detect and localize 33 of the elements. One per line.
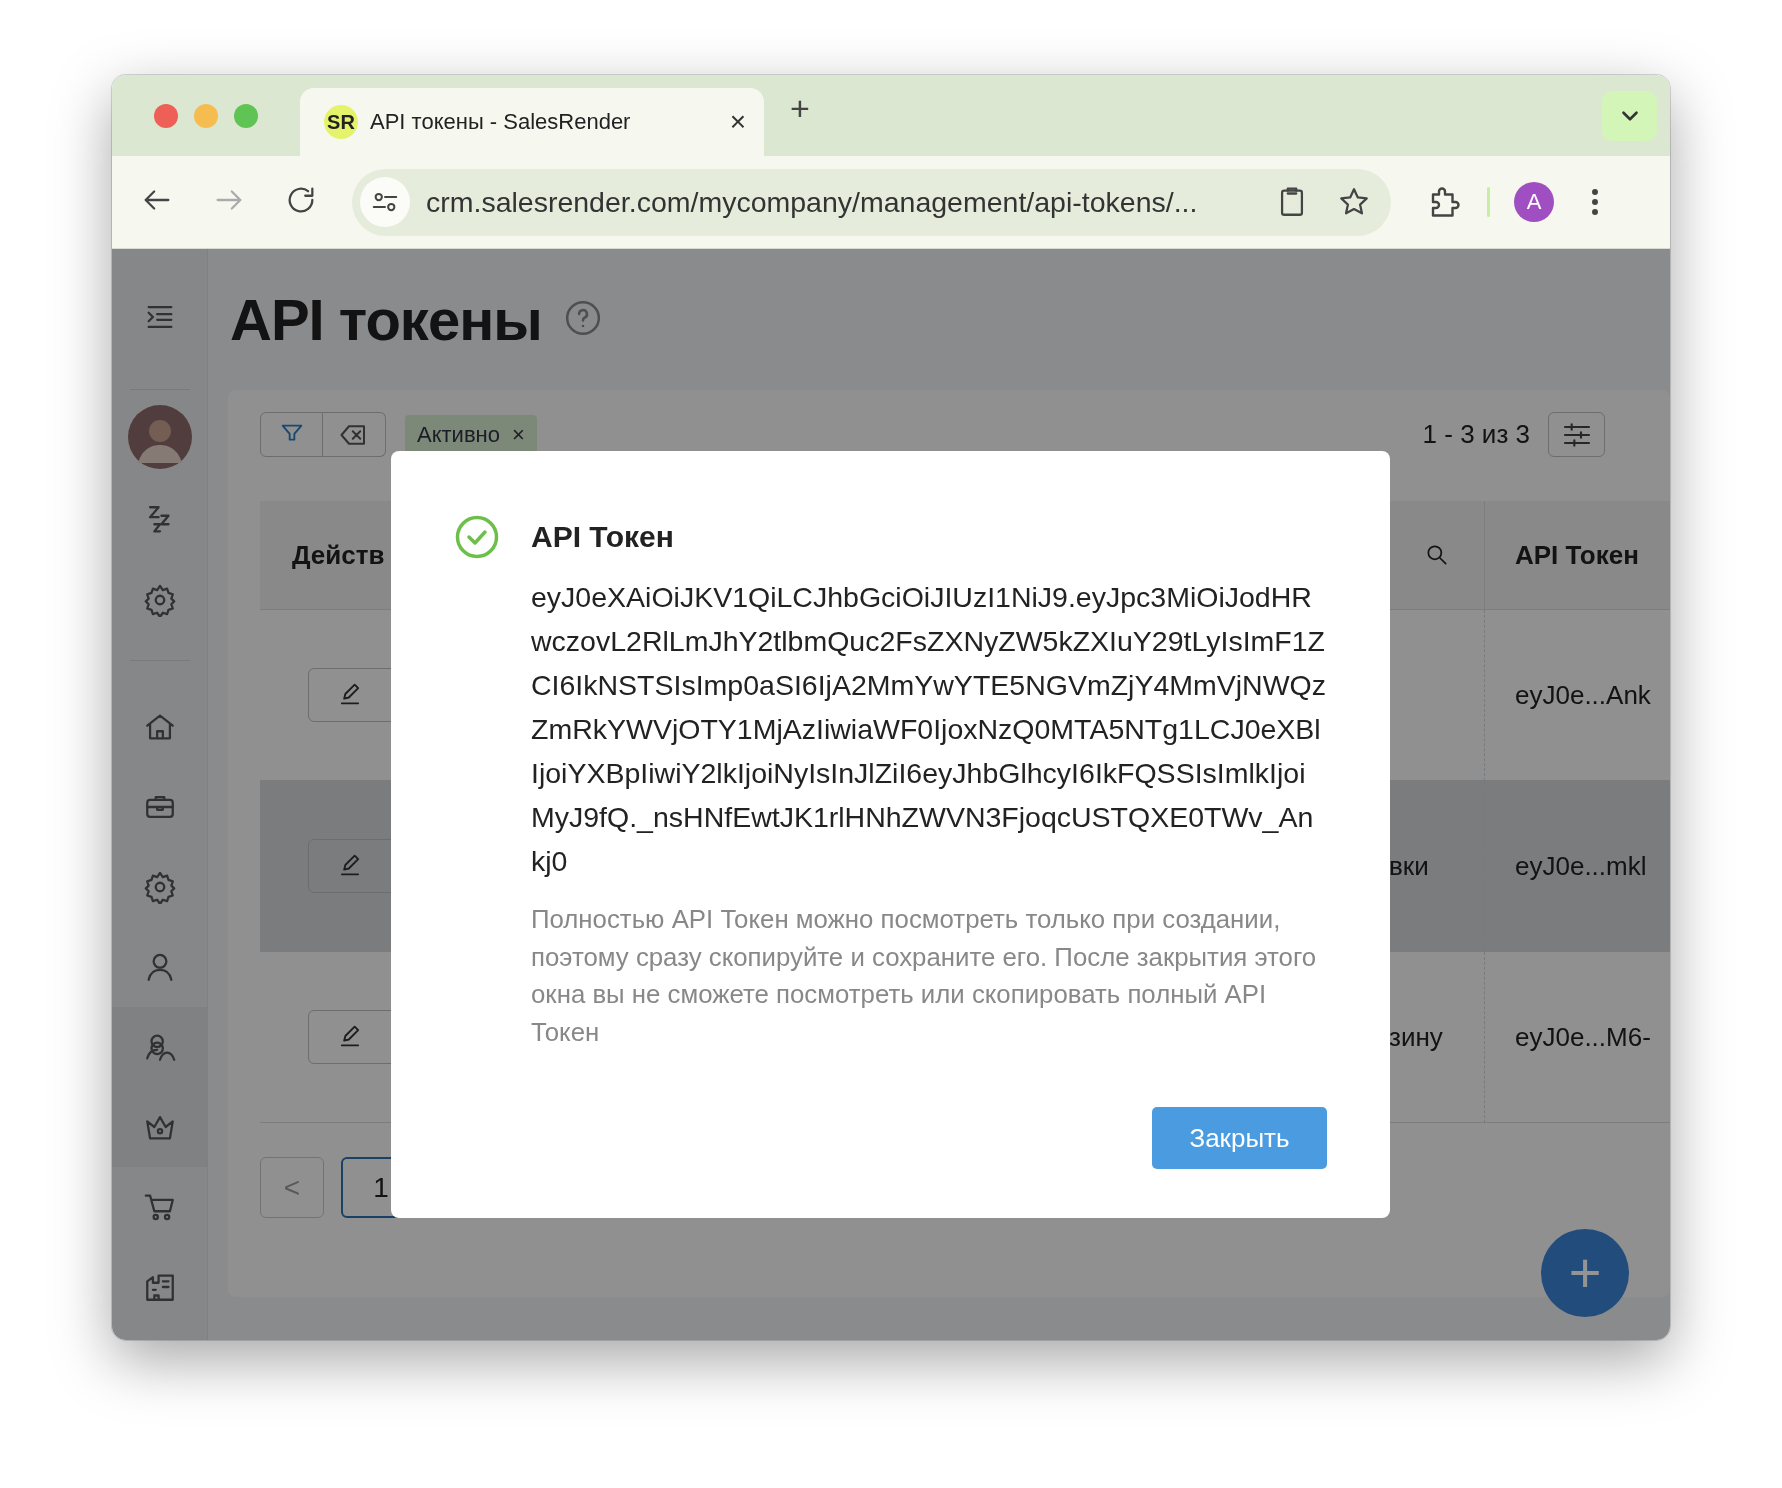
token-text: eyJ0eXAiOiJKV1QiLCJhbGciOiJIUzI1NiJ9.eyJpc3MiOiJodHRwczovL2RlLmJhY2tlbmQuc2FsZXNyZW5kZXIuY29tLyIsImF1ZCI6IkNSTSIsImp0aSI6IjA2MmYwYTE5NGVmZjY4MmVjNWQzZmRkYWVjOTY1MjAzIiwiaWF0IjoxNzQ0MTA5NTg1LCJ0eXBlIjoiYXBpIiwiY2lkIjoiNyIsInJlZiI6eyJhbGlhcyI6IkFQSSIsImlkIjoiMyJ9fQ._nsHNfEwtJK1rlHNhZWVN3FjoqcUSTQXE0TWv_Ankj0 (531, 580, 1327, 879)
chip-label: Активно (417, 421, 500, 448)
profile-avatar[interactable]: A (1514, 182, 1554, 222)
clear-filter-button[interactable] (323, 412, 386, 457)
token-cell: eyJ0e...Ank (1515, 679, 1651, 711)
gear-icon[interactable] (142, 583, 177, 617)
address-bar[interactable]: crm.salesrender.com/mycompany/management/api-tokens/... (352, 168, 1391, 236)
table-cell: зину (1389, 1021, 1443, 1053)
help-icon[interactable] (563, 298, 602, 337)
tab-search-button[interactable] (1602, 91, 1657, 141)
token-cell: eyJ0e...M6- (1515, 1021, 1651, 1053)
dialog-title: API Токен (531, 519, 675, 555)
pagination-range: 1 - 3 из 3 (1422, 419, 1530, 450)
column-header: Действ (292, 539, 385, 571)
token-cell: eyJ0e...mkl (1515, 850, 1647, 882)
tab-title: API токены - SalesRender (370, 109, 632, 135)
table-cell: вки (1389, 850, 1429, 882)
user-avatar[interactable] (127, 405, 192, 469)
check-circle-icon (455, 515, 499, 559)
site-favicon: SR (324, 105, 358, 139)
filter-button[interactable] (260, 412, 323, 457)
chip-remove-button[interactable]: × (512, 421, 525, 448)
column-settings-button[interactable] (1548, 412, 1605, 457)
tab-close-button[interactable]: × (729, 106, 746, 138)
dialog-note: Полностью API Токен можно посмотреть только при создании, поэтому сразу скопируйте и сохраните его. После закрытия этого окна вы не сможете посмотреть или скопировать полный API Токен (531, 904, 1318, 1048)
browser-tab[interactable]: SR API токены - SalesRender × (300, 88, 764, 156)
new-tab-button[interactable]: + (790, 89, 810, 128)
gear-icon[interactable] (142, 870, 177, 904)
url-text: crm.salesrender.com/mycompany/management/api-tokens/... (426, 185, 1199, 219)
close-window-button[interactable] (154, 103, 178, 128)
page-title: API токены (230, 286, 542, 353)
close-button[interactable]: Закрыть (1152, 1107, 1327, 1169)
column-header: API Токен (1515, 539, 1639, 571)
